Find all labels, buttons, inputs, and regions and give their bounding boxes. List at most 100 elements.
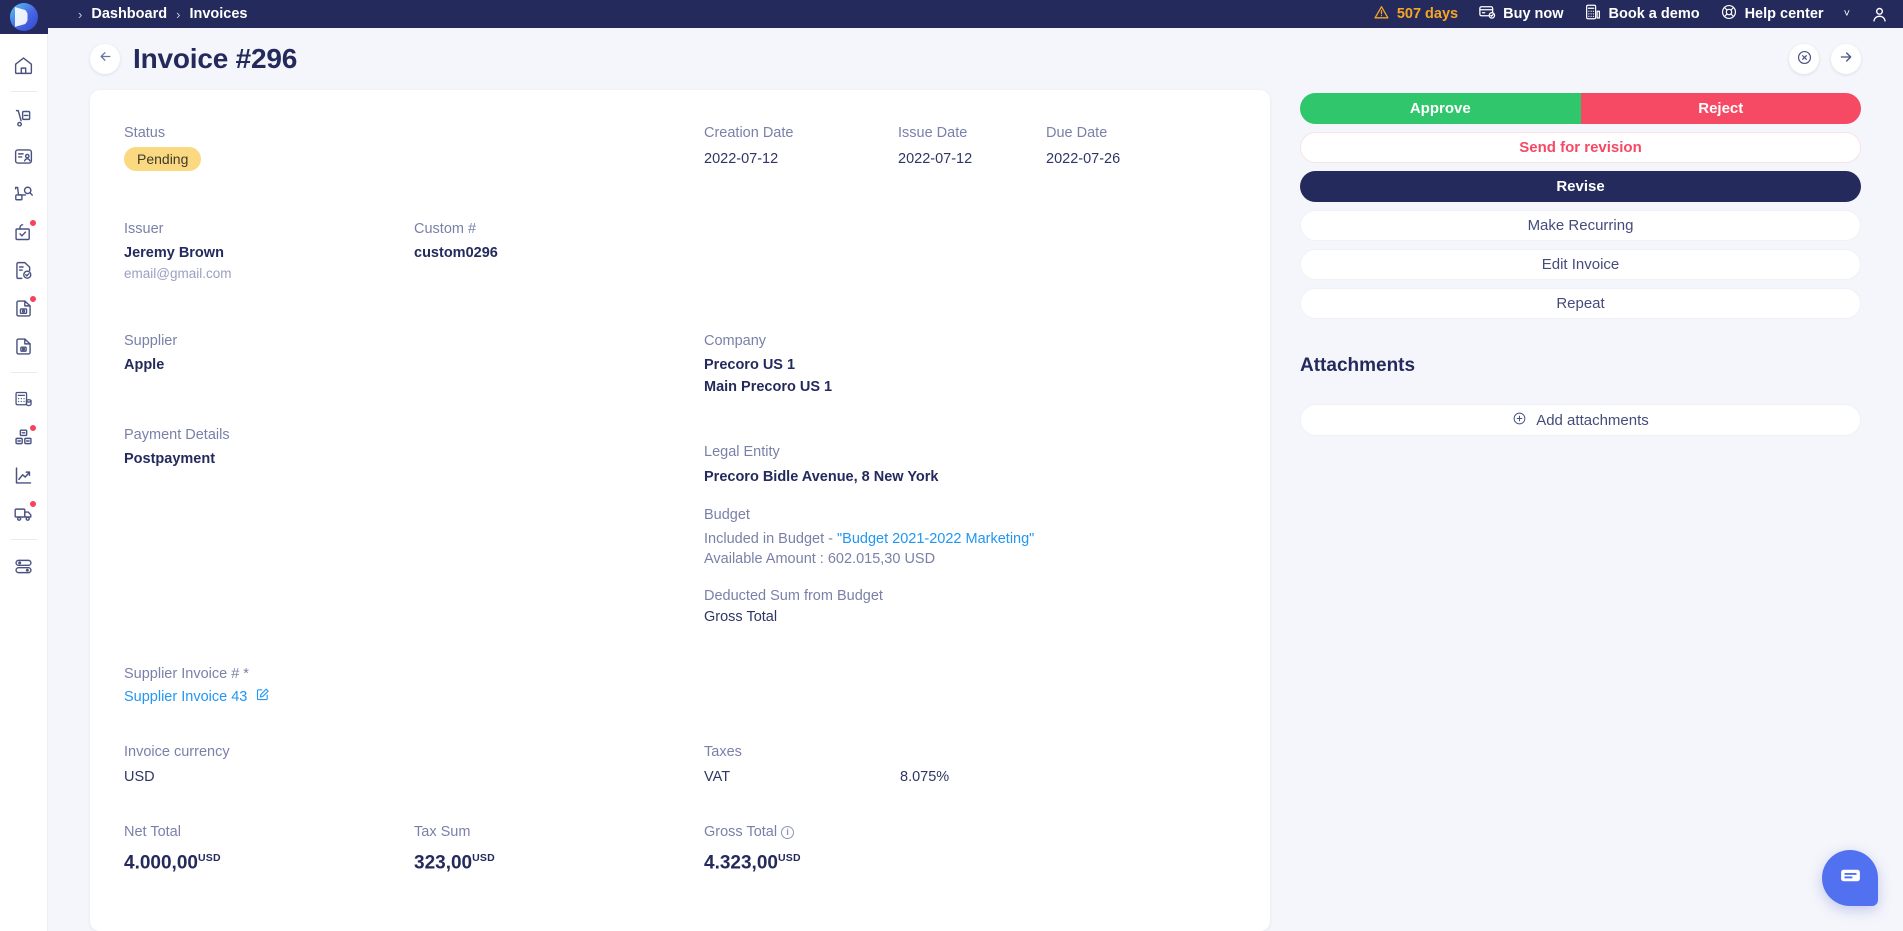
page-content: Status Pending Creation Date 2022-07-12 …: [48, 90, 1903, 931]
supplier-field: Supplier Apple: [124, 331, 414, 398]
sidebar-item-settings-toggles[interactable]: [0, 547, 48, 585]
back-button[interactable]: [90, 44, 120, 74]
sidebar-item-reports[interactable]: [0, 456, 48, 494]
arrow-right-icon: [1838, 49, 1854, 69]
currency-taxes-row: Invoice currency USD Taxes VAT 8.075%: [124, 742, 1236, 788]
issue-date-label: Issue Date: [898, 125, 968, 141]
repeat-button[interactable]: Repeat: [1300, 288, 1861, 319]
sidebar-divider: [10, 91, 37, 92]
sidebar-item-suppliers-delivery[interactable]: [0, 494, 48, 532]
company-field: Company Precoro US 1 Main Precoro US 1: [704, 331, 1188, 398]
buy-now-label: Buy now: [1503, 6, 1564, 22]
tax-sum-label: Tax Sum: [414, 824, 471, 840]
company-label: Company: [704, 333, 767, 349]
left-sidebar: [0, 0, 48, 931]
issuer-label: Issuer: [124, 221, 164, 237]
status-dates-row: Status Pending Creation Date 2022-07-12 …: [124, 123, 1236, 171]
supplier-invoice-label: Supplier Invoice # *: [124, 666, 249, 682]
app-logo[interactable]: [0, 0, 48, 34]
tax-sum-field: Tax Sum 323,00USD: [414, 822, 704, 876]
gross-total-currency: USD: [777, 852, 801, 864]
info-icon[interactable]: i: [781, 826, 795, 839]
breadcrumb-item-invoices[interactable]: Invoices: [189, 6, 247, 22]
edit-invoice-button[interactable]: Edit Invoice: [1300, 249, 1861, 280]
gross-total-label: Gross Total i: [704, 822, 1188, 842]
due-date-value: 2022-07-26: [1046, 151, 1121, 167]
warning-triangle-icon: [1373, 4, 1390, 25]
issuer-email: email@gmail.com: [124, 266, 232, 281]
page-header-actions: [1789, 44, 1903, 74]
precoro-logo-icon: [9, 3, 38, 31]
supplier-invoice-row: Supplier Invoice # * Supplier Invoice 43: [124, 664, 1236, 706]
edit-square-icon[interactable]: [255, 687, 270, 706]
sidebar-item-invoices[interactable]: [0, 289, 48, 327]
sidebar-item-rfq[interactable]: [0, 175, 48, 213]
status-label: Status: [124, 125, 166, 141]
trial-days-badge[interactable]: 507 days: [1373, 4, 1458, 25]
status-field: Status Pending: [124, 123, 414, 171]
add-attachments-button[interactable]: Add attachments: [1300, 404, 1861, 436]
toggles-icon: [13, 556, 34, 577]
legal-entity-value: Precoro Bidle Avenue, 8 New York: [704, 469, 939, 485]
status-badge: Pending: [124, 147, 202, 171]
supplier-invoice-value[interactable]: Supplier Invoice 43: [124, 687, 270, 706]
book-a-demo-button[interactable]: Book a demo: [1584, 3, 1700, 25]
issuer-name: Jeremy Brown: [124, 245, 224, 261]
make-recurring-button[interactable]: Make Recurring: [1300, 210, 1861, 241]
sidebar-item-requests[interactable]: [0, 137, 48, 175]
due-date-field: Due Date 2022-07-26: [1046, 123, 1206, 171]
add-attachments-label: Add attachments: [1536, 411, 1649, 429]
sidebar-item-receipts[interactable]: [0, 251, 48, 289]
supplier-company-row: Supplier Apple Company Precoro US 1 Main…: [124, 331, 1236, 398]
next-button[interactable]: [1831, 44, 1861, 74]
chat-widget-button[interactable]: [1822, 850, 1878, 906]
approve-reject-group: Approve Reject: [1300, 93, 1861, 124]
creation-date-label: Creation Date: [704, 125, 794, 141]
document-icon: [13, 336, 34, 357]
close-button[interactable]: [1789, 44, 1819, 74]
creation-date-value: 2022-07-12: [704, 151, 779, 167]
hand-truck-icon: [13, 108, 34, 129]
reject-button[interactable]: Reject: [1580, 93, 1861, 124]
legal-entity-label: Legal Entity: [704, 444, 780, 460]
legal-entity-budget-block: Legal Entity Precoro Bidle Avenue, 8 New…: [704, 425, 1188, 628]
payment-details-value: Postpayment: [124, 451, 216, 467]
breadcrumb-item-dashboard[interactable]: Dashboard: [91, 6, 167, 22]
gross-total-field: Gross Total i 4.323,00USD: [704, 822, 1188, 876]
approve-button[interactable]: Approve: [1300, 93, 1581, 124]
tax-sum-currency: USD: [472, 852, 495, 864]
revise-button[interactable]: Revise: [1300, 171, 1861, 202]
creation-date-field: Creation Date 2022-07-12: [704, 123, 898, 171]
request-card-icon: [13, 146, 34, 167]
gross-total-amount: 4.323,00USD: [704, 845, 1188, 876]
payment-details-label: Payment Details: [124, 427, 230, 443]
sidebar-item-documents[interactable]: [0, 327, 48, 365]
buy-now-button[interactable]: Buy now: [1478, 3, 1564, 25]
plus-circle-icon: [1512, 411, 1527, 430]
sidebar-item-budgets[interactable]: [0, 380, 48, 418]
deducted-sum-label: Deducted Sum from Budget: [704, 588, 883, 604]
sidebar-item-orders-approval[interactable]: [0, 213, 48, 251]
due-date-label: Due Date: [1046, 125, 1108, 141]
trial-days-label: 507 days: [1396, 6, 1459, 22]
user-avatar-icon[interactable]: [1870, 5, 1889, 24]
sidebar-item-purchase-requisitions[interactable]: [0, 99, 48, 137]
custom-number-value: custom0296: [414, 245, 498, 261]
notification-badge: [28, 295, 37, 303]
notification-badge: [28, 424, 37, 432]
sidebar-item-inventory[interactable]: [0, 418, 48, 456]
help-center-button[interactable]: Help center: [1720, 3, 1824, 25]
notification-badge: [28, 219, 37, 227]
invoice-details-card: Status Pending Creation Date 2022-07-12 …: [90, 90, 1270, 931]
calculator-icon: [1584, 3, 1602, 25]
chevron-down-icon[interactable]: ˅: [1844, 8, 1850, 20]
send-for-revision-button[interactable]: Send for revision: [1300, 132, 1861, 163]
budget-name-link[interactable]: "Budget 2021-2022 Marketing": [837, 531, 1034, 547]
lifebuoy-icon: [1720, 3, 1738, 25]
sidebar-item-home[interactable]: [0, 46, 48, 84]
issue-date-value: 2022-07-12: [898, 151, 973, 167]
sidebar-divider: [10, 372, 37, 373]
home-icon: [13, 55, 34, 76]
taxes-field: Taxes VAT 8.075%: [704, 742, 1188, 788]
arrow-left-icon: [98, 49, 113, 69]
